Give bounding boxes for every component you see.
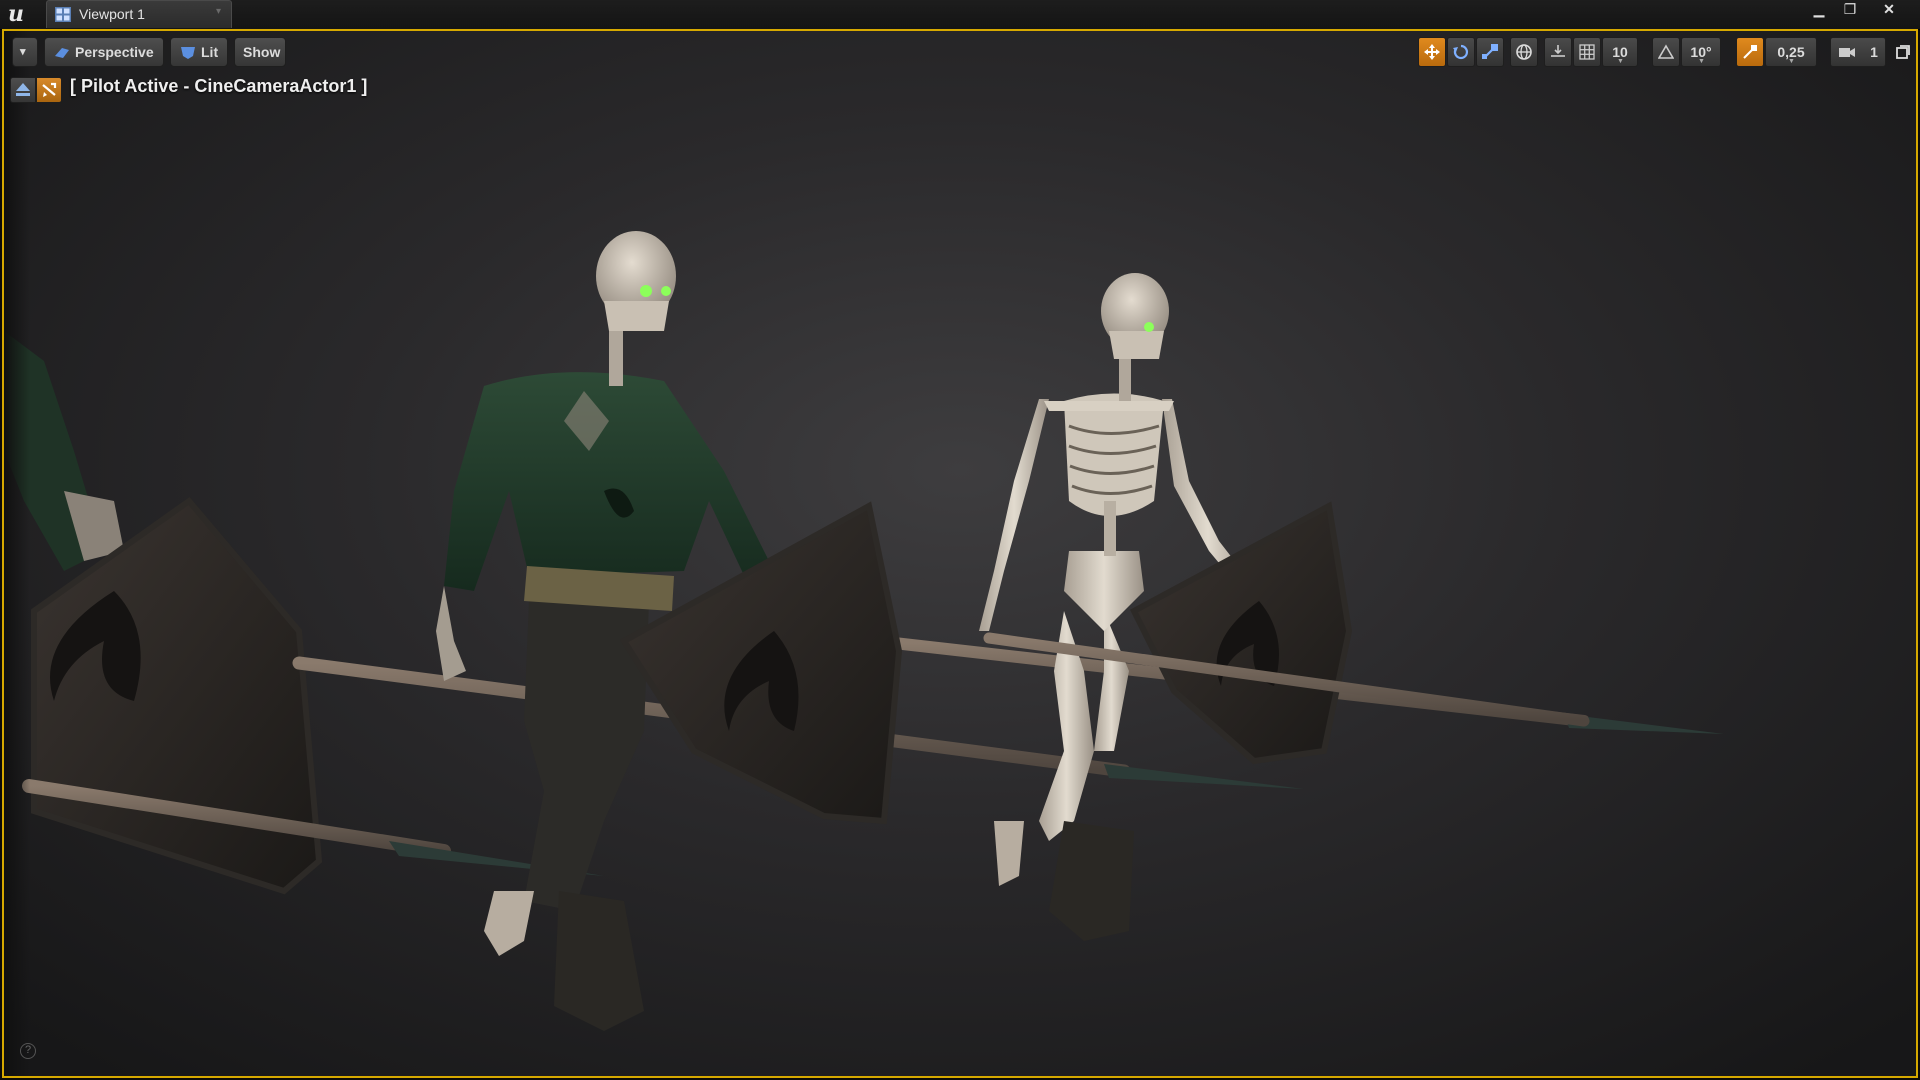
grid-icon (1579, 44, 1595, 60)
scene-render[interactable] (4, 31, 1918, 1078)
viewport-options-button[interactable]: ▾ (12, 37, 38, 67)
restore-button[interactable]: ❐ (1835, 0, 1865, 18)
surface-snap-button[interactable] (1544, 37, 1572, 67)
tab-options-icon[interactable]: ▾ (216, 6, 221, 17)
camera-speed-button[interactable]: 1 (1830, 37, 1886, 67)
scale-snap-value-button[interactable]: 0,25 ▼ (1765, 37, 1817, 67)
chevron-down-icon: ▾ (20, 46, 26, 58)
world-local-toggle-button[interactable] (1510, 37, 1538, 67)
maximize-viewport-button[interactable] (1894, 41, 1912, 63)
tab-label: Viewport 1 (79, 6, 145, 22)
eject-pilot-button[interactable] (10, 77, 36, 103)
minimize-button[interactable]: ▁ (1804, 0, 1834, 18)
close-button[interactable]: ✕ (1874, 0, 1904, 18)
surface-snap-icon (1551, 45, 1565, 57)
tab-viewport-1[interactable]: Viewport 1 ▾ (46, 0, 232, 28)
angle-icon (1658, 44, 1674, 59)
title-bar: u Viewport 1 ▾ ▁ ❐ ✕ (0, 0, 1920, 30)
move-arrows-icon (1424, 44, 1440, 60)
rotation-snap-value-button[interactable]: 10° ▼ (1681, 37, 1721, 67)
level-viewport[interactable]: ▾ Perspective Lit Show 10 ▼ 10° ▼ 0,25 ▼… (2, 29, 1918, 1078)
grid-snap-toggle-button[interactable] (1573, 37, 1601, 67)
scale-snap-toggle-button[interactable] (1736, 37, 1764, 67)
rotate-tool-button[interactable] (1447, 37, 1475, 67)
viewport-grid-icon (55, 7, 71, 22)
perspective-button[interactable]: Perspective (44, 37, 164, 67)
chevron-down-icon: ▼ (1788, 58, 1795, 65)
lock-camera-icon (42, 82, 57, 97)
help-icon[interactable]: ? (20, 1043, 36, 1059)
chevron-down-icon: ▼ (1698, 58, 1705, 65)
rotate-icon (1453, 44, 1469, 60)
lit-sphere-icon (181, 47, 195, 59)
show-button[interactable]: Show (234, 37, 286, 67)
translate-tool-button[interactable] (1418, 37, 1446, 67)
scale-snap-icon (1743, 45, 1757, 59)
rotation-snap-toggle-button[interactable] (1652, 37, 1680, 67)
unreal-logo-icon[interactable]: u (4, 2, 28, 26)
camera-speed-value: 1 (1870, 44, 1878, 60)
maximize-icon (1896, 45, 1910, 59)
lit-label: Lit (201, 44, 219, 60)
perspective-label: Perspective (75, 44, 154, 60)
show-label: Show (243, 44, 281, 60)
viewport-edge-shade (4, 31, 30, 1076)
view-mode-lit-button[interactable]: Lit (170, 37, 228, 67)
pilot-active-label: [ Pilot Active - CineCameraActor1 ] (70, 76, 368, 96)
globe-icon (1516, 44, 1532, 60)
pilot-camera-lock-button[interactable] (36, 77, 62, 103)
perspective-camera-icon (55, 48, 69, 58)
scale-tool-button[interactable] (1476, 37, 1504, 67)
grid-snap-value-button[interactable]: 10 ▼ (1602, 37, 1638, 67)
scale-icon (1482, 44, 1498, 59)
eject-icon (16, 83, 30, 96)
chevron-down-icon: ▼ (1617, 58, 1624, 65)
